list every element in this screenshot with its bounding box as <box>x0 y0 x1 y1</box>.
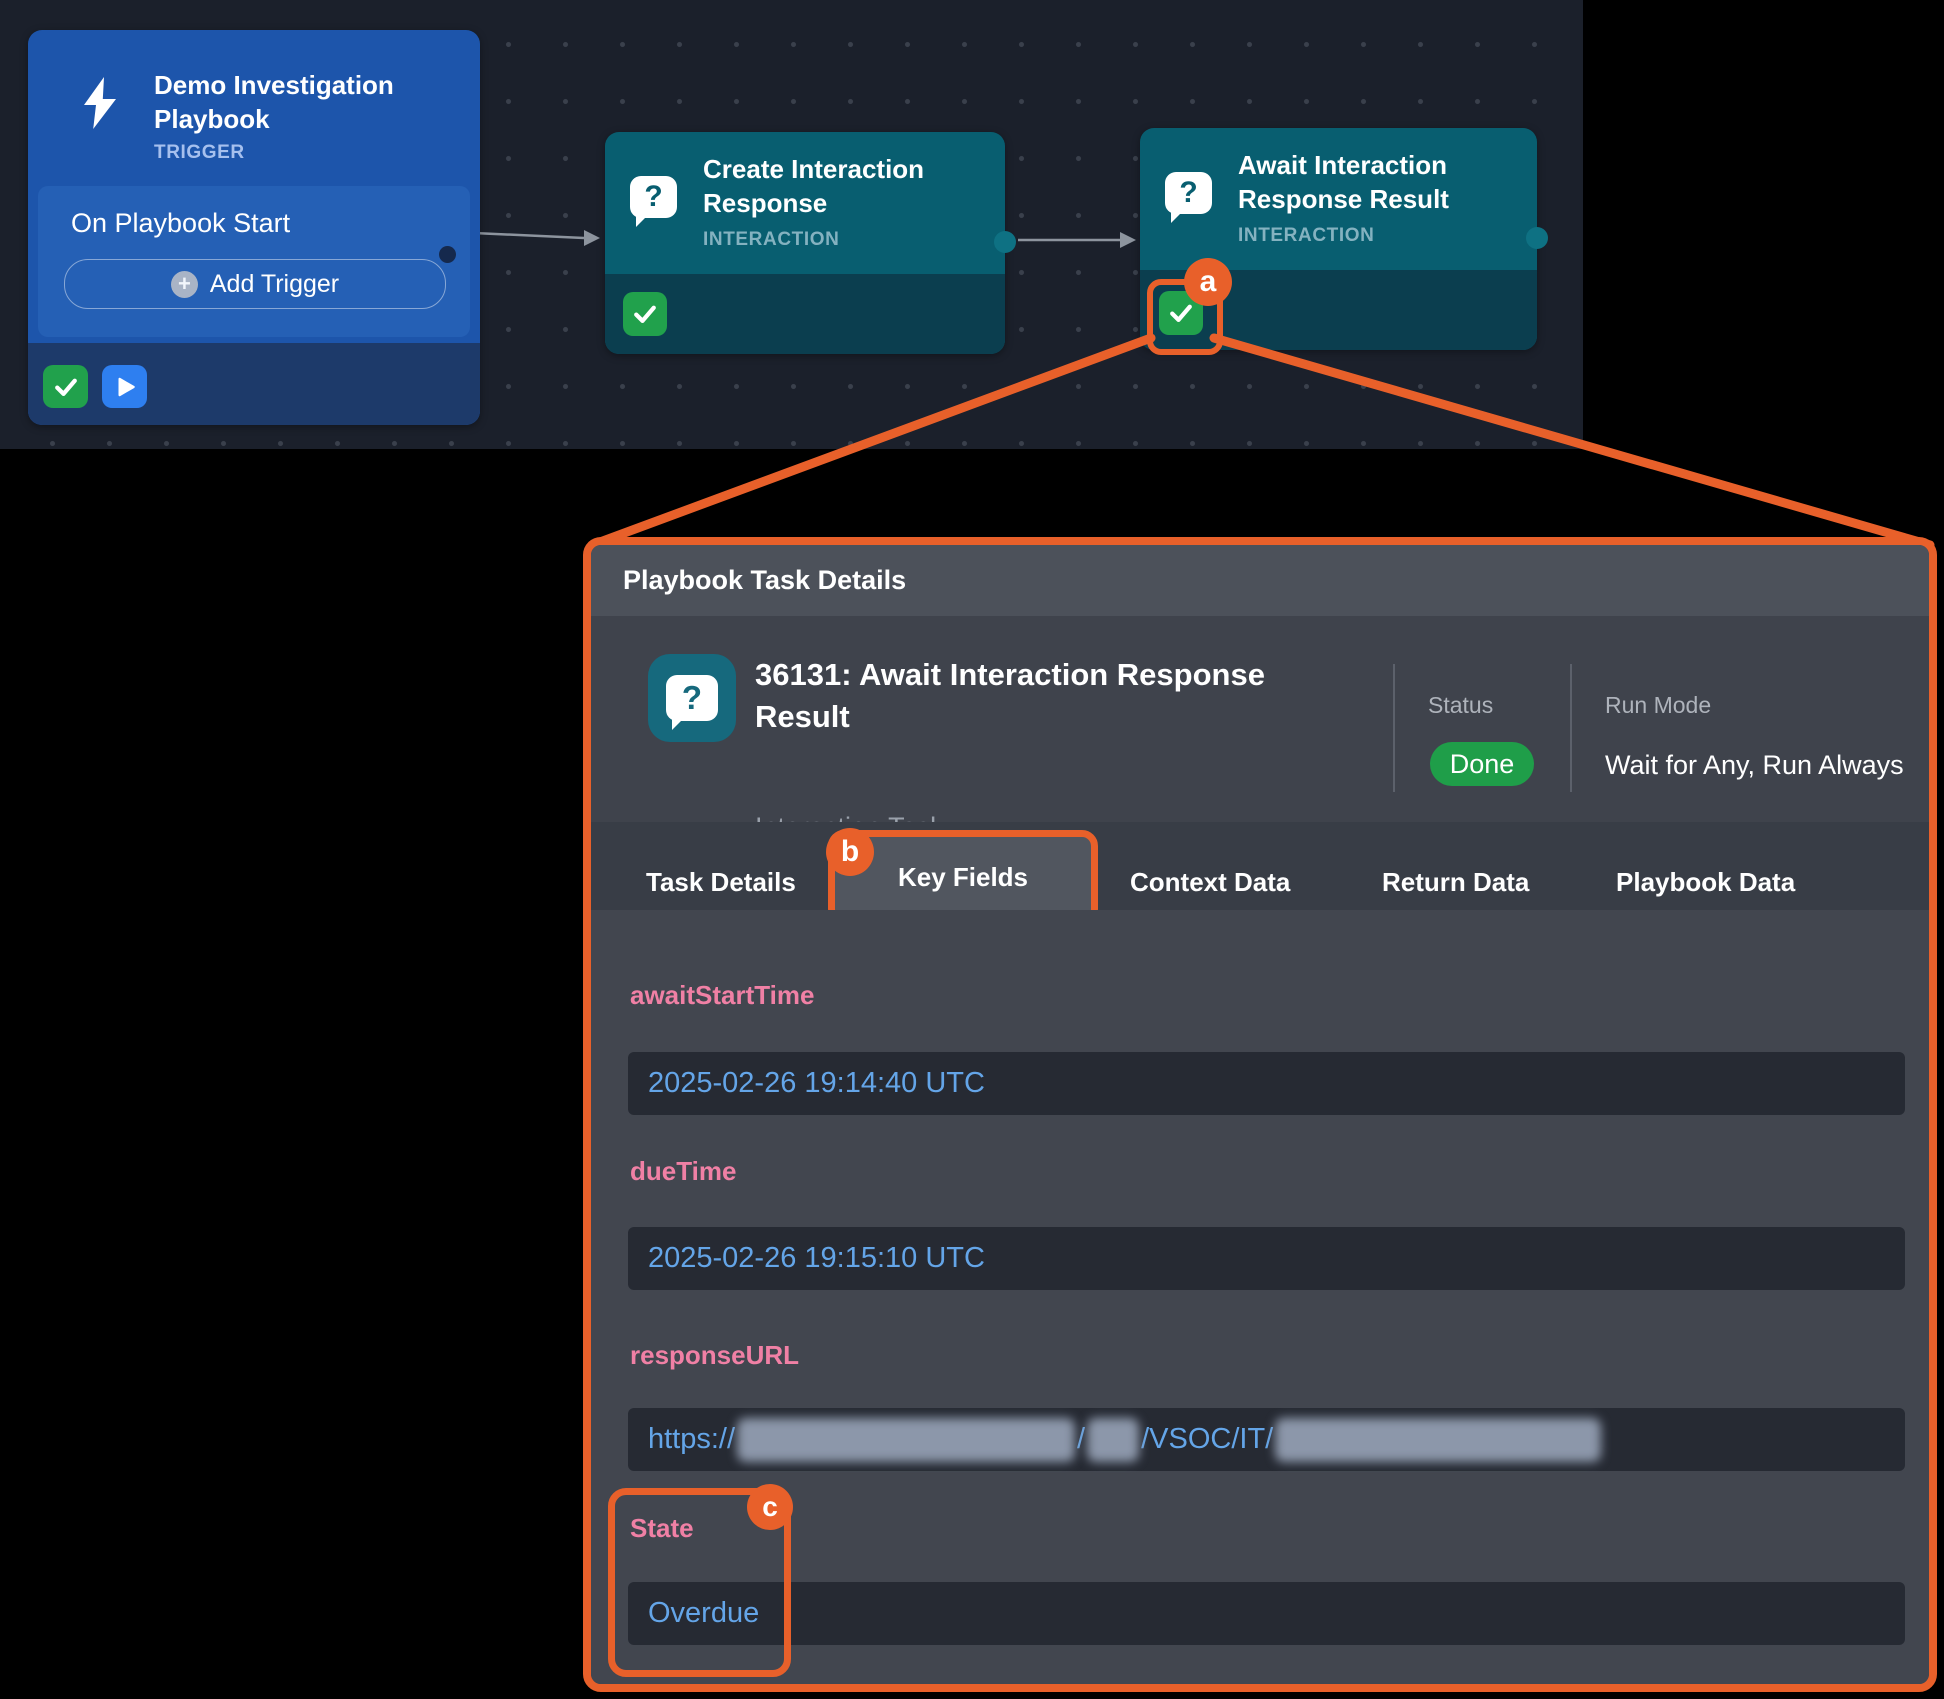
check-icon <box>1166 298 1196 328</box>
redacted-segment <box>1275 1418 1601 1462</box>
status-label: Status <box>1428 692 1493 719</box>
tab-playbook-data[interactable]: Playbook Data <box>1616 867 1795 898</box>
interaction-task-icon: ? <box>648 654 736 742</box>
plus-icon: + <box>171 271 198 298</box>
run-mode-label: Run Mode <box>1605 692 1711 719</box>
create-interaction-response-node[interactable]: ? Create Interaction Response INTERACTIO… <box>605 132 1005 354</box>
play-icon <box>112 374 138 400</box>
node-title: Demo Investigation Playbook <box>154 68 454 136</box>
panel-titlebar: Playbook Task Details <box>591 545 1929 616</box>
divider <box>1570 664 1572 792</box>
url-prefix: https:// <box>648 1423 735 1456</box>
output-port[interactable] <box>439 246 456 263</box>
url-separator: / <box>1077 1423 1085 1456</box>
field-label-responseURL: responseURL <box>630 1340 799 1371</box>
field-value-dueTime[interactable]: 2025-02-26 19:15:10 UTC <box>628 1227 1905 1290</box>
check-icon <box>630 299 660 329</box>
panel-title: Playbook Task Details <box>623 565 906 596</box>
annotation-b-badge: b <box>826 828 874 876</box>
redacted-segment <box>737 1418 1075 1462</box>
key-fields-content: awaitStartTime 2025-02-26 19:14:40 UTC d… <box>591 910 1929 1684</box>
field-value-responseURL[interactable]: https:// / /VSOC/IT/ <box>628 1408 1905 1471</box>
trigger-node[interactable]: Demo Investigation Playbook TRIGGER On P… <box>28 30 480 425</box>
run-playbook-button[interactable] <box>102 365 147 408</box>
lightning-icon <box>76 74 124 132</box>
task-title: 36131: Await Interaction Response Result <box>755 654 1315 738</box>
add-trigger-label: Add Trigger <box>210 270 339 299</box>
url-path: /VSOC/IT/ <box>1141 1423 1273 1456</box>
field-value-awaitStartTime[interactable]: 2025-02-26 19:14:40 UTC <box>628 1052 1905 1115</box>
node-footer <box>28 343 480 425</box>
field-label-dueTime: dueTime <box>630 1156 736 1187</box>
playbook-task-details-panel: Playbook Task Details ? 36131: Await Int… <box>583 537 1937 1692</box>
output-port[interactable] <box>994 231 1016 253</box>
question-bubble-icon: ? <box>1165 172 1212 214</box>
arrowhead-icon <box>1120 232 1136 248</box>
node-type-label: TRIGGER <box>154 142 454 164</box>
annotation-c-badge: c <box>747 1484 793 1530</box>
add-trigger-button[interactable]: + Add Trigger <box>64 259 446 309</box>
field-label-awaitStartTime: awaitStartTime <box>630 980 814 1011</box>
node-success-status-button[interactable] <box>43 365 88 408</box>
arrowhead-icon <box>584 230 600 246</box>
node-success-status-button[interactable] <box>623 292 667 336</box>
trigger-event-label: On Playbook Start <box>71 208 290 239</box>
redacted-segment <box>1087 1418 1139 1462</box>
trigger-body: On Playbook Start + Add Trigger <box>38 186 470 337</box>
panel-tabbar: Task Details Key Fields b Context Data R… <box>591 822 1929 910</box>
field-label-state: State <box>630 1513 694 1544</box>
output-port[interactable] <box>1526 227 1548 249</box>
await-interaction-response-result-node[interactable]: ? Await Interaction Response Result INTE… <box>1140 128 1537 350</box>
tab-return-data[interactable]: Return Data <box>1382 867 1529 898</box>
tab-task-details[interactable]: Task Details <box>646 867 796 898</box>
playbook-canvas[interactable]: Demo Investigation Playbook TRIGGER On P… <box>0 0 1583 449</box>
node-type-label: INTERACTION <box>703 229 983 251</box>
node-type-label: INTERACTION <box>1238 225 1518 247</box>
screenshot-root: Demo Investigation Playbook TRIGGER On P… <box>0 0 1944 1699</box>
field-value-state[interactable]: Overdue <box>628 1582 1905 1645</box>
node-title: Await Interaction Response Result <box>1238 148 1518 216</box>
question-bubble-icon: ? <box>630 176 677 218</box>
check-icon <box>51 372 81 402</box>
annotation-a-badge: a <box>1184 258 1232 306</box>
status-badge: Done <box>1430 742 1534 786</box>
question-bubble-icon: ? <box>666 675 718 721</box>
divider <box>1393 664 1395 792</box>
node-title: Create Interaction Response <box>703 152 983 220</box>
tab-context-data[interactable]: Context Data <box>1130 867 1290 898</box>
run-mode-value: Wait for Any, Run Always <box>1605 750 1904 781</box>
task-header: ? 36131: Await Interaction Response Resu… <box>591 616 1929 822</box>
